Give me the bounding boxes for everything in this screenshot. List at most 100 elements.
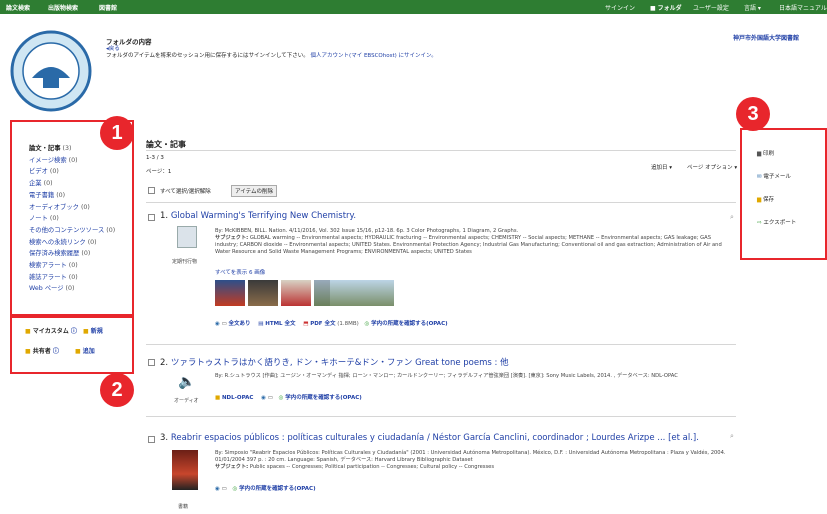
sidebar-item-ebooks[interactable]: 電子書籍 (0)	[29, 190, 115, 202]
result-checkbox[interactable]	[148, 214, 155, 221]
university-logo	[10, 30, 92, 112]
divider	[146, 344, 736, 345]
html-fulltext-link[interactable]: HTML 全文	[265, 321, 295, 327]
select-all-checkbox[interactable]	[148, 187, 155, 194]
image-thumbnail[interactable]	[281, 280, 311, 306]
book-cover[interactable]	[172, 450, 198, 490]
preview-icon[interactable]: ⌕	[730, 432, 734, 441]
pdf-fulltext-link[interactable]: PDF 全文	[310, 321, 335, 327]
sidebar-item-audiobooks[interactable]: オーディオブック (0)	[29, 202, 115, 214]
opac-icon: ◎	[364, 321, 370, 327]
nav-article-search[interactable]: 論文検索	[6, 3, 30, 12]
sidebar-item-notes[interactable]: ノート (0)	[29, 213, 115, 225]
sidebar-item-saved-searches[interactable]: 保存済み検索履歴 (0)	[29, 248, 115, 260]
shared-row: ■ 共有者 ⓘ ■ 追加	[25, 346, 95, 355]
new-folder-link[interactable]: 新規	[91, 328, 103, 335]
image-thumbnail[interactable]	[248, 280, 278, 306]
divider	[146, 150, 736, 151]
nav-publication-search[interactable]: 出版物検索	[48, 3, 78, 12]
html-fulltext-icon: ▤	[258, 321, 264, 327]
library-name: 神戸市外国語大学図書館	[733, 35, 800, 42]
result-byline-3: By: Simposio "Reabrir Espacios Públicos:…	[215, 450, 726, 463]
sort-dropdown[interactable]: 追加日 ▾	[651, 163, 672, 171]
fulltext-finder-logo: ▭	[267, 395, 273, 401]
image-thumbnail[interactable]	[215, 280, 245, 306]
badge-1: 1	[100, 116, 134, 150]
ndl-opac-link[interactable]: NDL-OPAC	[222, 395, 253, 401]
help-icon[interactable]: ⓘ	[71, 328, 77, 335]
back-link[interactable]: ◂戻る	[106, 44, 120, 52]
folder-icon: ■	[25, 328, 31, 335]
my-custom-label: マイカスタム	[32, 328, 69, 335]
opac-icon: ◎	[278, 395, 284, 401]
results-heading: 論文・記事	[146, 140, 186, 149]
sidebar-item-search-alerts[interactable]: 検索アラート (0)	[29, 260, 115, 272]
image-thumbnail[interactable]	[330, 280, 394, 306]
sidebar-item-journal-alerts[interactable]: 雑誌アラート (0)	[29, 272, 115, 284]
sidebar-item-web-pages[interactable]: Web ページ (0)	[29, 283, 115, 295]
email-tool[interactable]: ✉ 電子メール	[757, 172, 791, 180]
badge-2: 2	[100, 373, 134, 407]
export-icon: ⇨	[757, 220, 762, 226]
folder-link[interactable]: ■ フォルダ	[650, 3, 682, 12]
opac-icon: ◎	[232, 486, 238, 492]
periodical-icon	[177, 226, 197, 248]
language-menu[interactable]: 言語 ▾	[744, 3, 761, 12]
result-checkbox[interactable]	[148, 436, 155, 443]
divider	[146, 416, 736, 417]
new-folder-icon: ■	[82, 328, 89, 335]
add-shared-link[interactable]: 追加	[83, 348, 95, 355]
result-title-2[interactable]: 2. ツァラトゥストラはかく語りき, ドン・キホーテ&ドン・ファン Great …	[160, 356, 509, 368]
delete-items-button[interactable]: アイテムの削除	[231, 185, 277, 197]
help-icon[interactable]: ⓘ	[53, 348, 59, 355]
show-all-images-link[interactable]: すべてを表示 6 画像	[215, 268, 265, 276]
signin-account-link[interactable]: 個人アカウント(マイ EBSCOhost) にサインイン。	[311, 53, 437, 59]
fulltext-finder-logo: ▭	[221, 486, 227, 492]
result-meta-3: By: Simposio "Reabrir Espacios Públicos:…	[215, 450, 735, 471]
ndl-icon: ■	[215, 395, 221, 401]
folder-icon: ■	[650, 5, 656, 12]
nav-library[interactable]: 図書館	[99, 3, 117, 12]
shared-folder-icon: ■	[25, 348, 31, 355]
opac-link[interactable]: 学内の所蔵を確認する(OPAC)	[371, 321, 448, 327]
result-title-1[interactable]: 1. Global Warming's Terrifying New Chemi…	[160, 211, 356, 221]
sidebar-item-images[interactable]: イメージ検索 (0)	[29, 155, 115, 167]
fulltext-available-link[interactable]: 全文あり	[229, 321, 251, 327]
sidebar-item-other-sources[interactable]: その他のコンテンツソース (0)	[29, 225, 115, 237]
result-title-3[interactable]: 3. Reabrir espacios públicos : políticas…	[160, 433, 699, 443]
result-checkbox[interactable]	[148, 359, 155, 366]
tools-box	[740, 128, 827, 260]
page-options-dropdown[interactable]: ページ オプション ▾	[687, 163, 737, 171]
audio-icon: 🔈	[178, 374, 196, 390]
sidebar-item-videos[interactable]: ビデオ (0)	[29, 166, 115, 178]
result-type-3: 書籍	[178, 504, 189, 510]
preferences-link[interactable]: ユーザー設定	[693, 3, 729, 12]
print-tool[interactable]: ▆ 印刷	[757, 149, 774, 157]
sidebar-item-persistent-links[interactable]: 検索への永続リンク (0)	[29, 237, 115, 249]
sidebar-item-companies[interactable]: 企業 (0)	[29, 178, 115, 190]
result-links-2: ■ NDL-OPAC ◉ ▭ ◎ 学内の所蔵を確認する(OPAC)	[215, 393, 362, 401]
export-tool[interactable]: ⇨ エクスポート	[757, 218, 796, 226]
result-type-1: 定期刊行物	[172, 259, 198, 265]
custom-folders-box	[10, 316, 134, 374]
opac-link[interactable]: 学内の所蔵を確認する(OPAC)	[285, 395, 362, 401]
japanese-manual-link[interactable]: 日本語マニュアル	[779, 3, 827, 12]
sidebar-list: 論文・記事 (3) イメージ検索 (0) ビデオ (0) 企業 (0) 電子書籍…	[29, 143, 115, 295]
result-type-2: オーディオ	[174, 398, 199, 404]
top-toolbar: 論文検索 出版物検索 図書館 サインイン ■ フォルダ ユーザー設定 言語 ▾ …	[0, 0, 827, 14]
pdf-icon: ⬒	[303, 321, 309, 327]
printer-icon: ▆	[757, 151, 762, 157]
shared-label: 共有者	[32, 348, 51, 355]
badge-3: 3	[736, 97, 770, 131]
preview-icon[interactable]: ⌕	[730, 213, 734, 222]
my-custom-row: ■ マイカスタム ⓘ ■ 新規	[25, 326, 103, 335]
sidebar-item-articles[interactable]: 論文・記事 (3)	[29, 143, 115, 155]
save-tool[interactable]: ▆ 保存	[757, 195, 774, 203]
result-meta-1: By: McKIBBEN, BILL. Nation. 4/11/2016, V…	[215, 228, 735, 256]
result-links-3: ◉ ▭ ◎ 学内の所蔵を確認する(OPAC)	[215, 484, 316, 492]
pdf-size: (1.8MB)	[337, 321, 359, 327]
select-all-label: すべて選択/選択解除	[160, 189, 211, 195]
opac-link[interactable]: 学内の所蔵を確認する(OPAC)	[239, 486, 316, 492]
sign-in-link[interactable]: サインイン	[605, 3, 635, 12]
fulltext-finder-icon: ◉	[215, 486, 220, 492]
